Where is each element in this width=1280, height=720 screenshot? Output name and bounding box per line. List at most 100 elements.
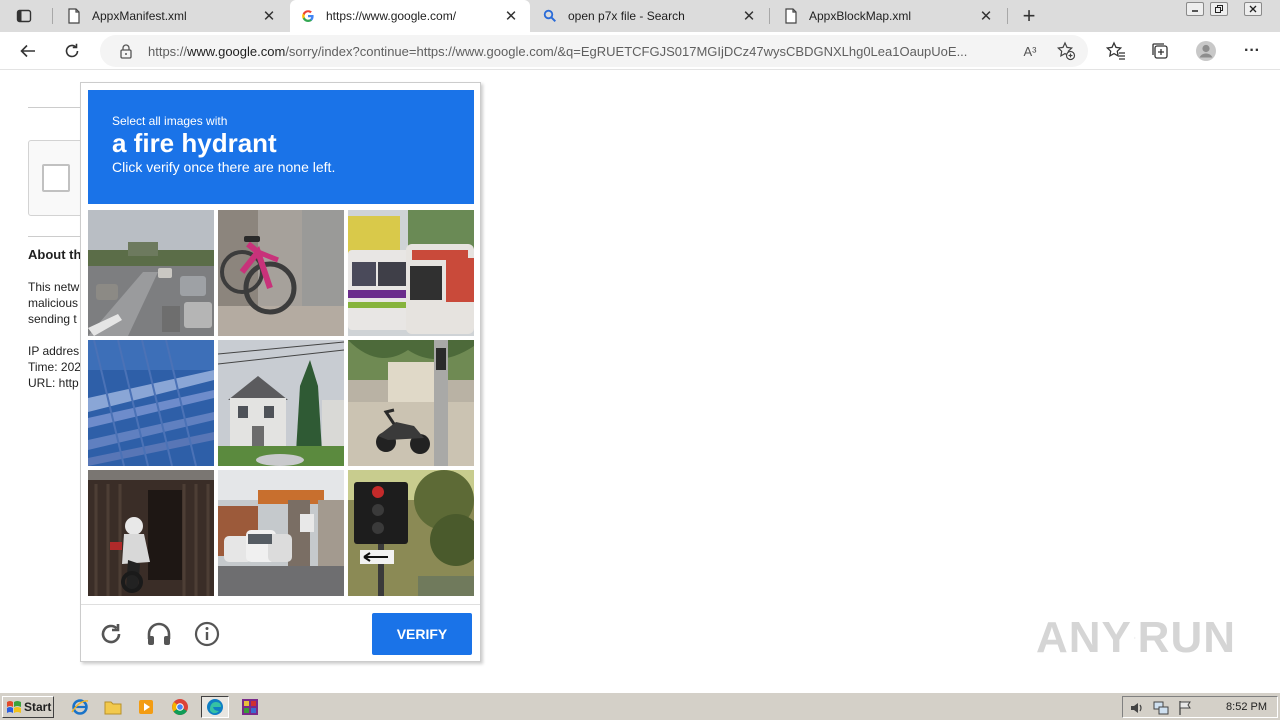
address-bar[interactable]: https://www.google.com/sorry/index?conti… <box>100 35 1088 67</box>
image-tile-street-intersection[interactable] <box>88 210 214 336</box>
start-button[interactable]: Start <box>2 696 54 718</box>
favorites-button[interactable] <box>1101 36 1131 66</box>
blue-roof-image <box>88 340 214 466</box>
star-add-icon <box>1056 41 1076 61</box>
info-button[interactable] <box>190 617 224 651</box>
add-favorite-button[interactable] <box>1054 40 1078 62</box>
image-grid <box>88 210 474 596</box>
image-tile-parked-cars[interactable] <box>218 470 344 596</box>
image-tile-pink-bicycle[interactable] <box>218 210 344 336</box>
headphones-icon <box>147 622 171 645</box>
google-icon <box>300 8 316 24</box>
refresh-button[interactable] <box>57 36 87 66</box>
ie-launch-button[interactable] <box>68 696 92 718</box>
image-tile-white-house[interactable] <box>218 340 344 466</box>
settings-more-button[interactable]: ··· <box>1237 36 1267 66</box>
back-arrow-icon <box>20 44 35 58</box>
url-host: www.google.com <box>187 44 286 59</box>
lock-icon[interactable] <box>118 43 134 59</box>
image-tile-traffic-light[interactable] <box>348 470 474 596</box>
request-details: IP addres Time: 202 URL: http <box>28 344 81 390</box>
profile-button[interactable] <box>1191 36 1221 66</box>
tab-close-button[interactable]: ✕ <box>740 7 758 25</box>
tab-separator <box>52 8 53 24</box>
collections-icon <box>1152 43 1168 59</box>
tab-actions-button[interactable] <box>8 5 40 27</box>
tab-close-button[interactable]: ✕ <box>260 7 278 25</box>
buses-image <box>348 210 474 336</box>
tab-separator <box>769 8 770 24</box>
tab-appxblockmap[interactable]: AppxBlockMap.xml ✕ <box>773 0 1005 32</box>
back-button[interactable] <box>13 36 43 66</box>
challenge-hint: Click verify once there are none left. <box>112 159 336 175</box>
internet-explorer-icon <box>71 699 89 715</box>
favorites-icon <box>1106 41 1125 60</box>
url-text[interactable]: https://www.google.com/sorry/index?conti… <box>148 44 1016 59</box>
refresh-icon <box>65 43 79 58</box>
url-prefix: https:// <box>148 44 188 59</box>
document-icon <box>66 8 82 24</box>
minimize-button[interactable] <box>1186 2 1204 16</box>
tab-google[interactable]: https://www.google.com/ ✕ <box>290 0 530 32</box>
read-aloud-button[interactable]: A³ <box>1018 40 1042 62</box>
chrome-icon <box>172 699 188 715</box>
windows-logo-icon <box>7 701 21 713</box>
tab-close-button[interactable]: ✕ <box>502 7 520 25</box>
challenge-target: a fire hydrant <box>112 128 277 158</box>
tab-separator <box>1007 8 1008 24</box>
archive-app-icon <box>242 699 258 715</box>
tab-search[interactable]: open p7x file - Search ✕ <box>532 0 768 32</box>
captcha-challenge-dialog: Select all images with a fire hydrant Cl… <box>80 82 481 662</box>
system-tray: 8:52 PM <box>1122 696 1278 718</box>
divider <box>28 236 80 237</box>
volume-icon[interactable] <box>1129 700 1145 716</box>
url-path: /sorry/index?continue=https://www.google… <box>285 44 968 59</box>
audio-challenge-button[interactable] <box>142 617 176 651</box>
network-icon[interactable] <box>1153 700 1169 716</box>
minimize-icon <box>1192 10 1198 12</box>
tab-strip: AppxManifest.xml ✕ https://www.google.co… <box>0 0 1280 32</box>
media-player-icon <box>139 700 153 714</box>
traffic-light-image <box>348 470 474 596</box>
restore-button[interactable] <box>1210 2 1228 16</box>
tab-appxmanifest[interactable]: AppxManifest.xml ✕ <box>56 0 288 32</box>
explorer-launch-button[interactable] <box>101 696 125 718</box>
taskbar-clock[interactable]: 8:52 PM <box>1226 701 1267 713</box>
image-tile-buses[interactable] <box>348 210 474 336</box>
tab-title: AppxManifest.xml <box>92 9 187 23</box>
tab-title: AppxBlockMap.xml <box>809 9 912 23</box>
recaptcha-checkbox[interactable] <box>42 164 70 192</box>
close-window-button[interactable] <box>1244 2 1262 16</box>
media-player-button[interactable] <box>134 696 158 718</box>
new-tab-button[interactable]: + <box>1016 3 1042 28</box>
watermark-right-text: RUN <box>1137 613 1236 662</box>
verify-button[interactable]: VERIFY <box>372 613 472 655</box>
start-label: Start <box>24 700 52 714</box>
info-icon <box>194 621 220 647</box>
about-heading: About th <box>28 247 82 262</box>
tab-close-button[interactable]: ✕ <box>977 7 995 25</box>
image-tile-motorcyclist-in-garage[interactable] <box>88 470 214 596</box>
pink-bicycle-image <box>218 210 344 336</box>
avatar-icon <box>1196 41 1216 61</box>
reload-icon <box>101 624 121 644</box>
document-icon <box>783 8 799 24</box>
tab-title: open p7x file - Search <box>568 9 685 23</box>
action-center-flag-icon[interactable] <box>1177 700 1193 716</box>
image-tile-blue-roof[interactable] <box>88 340 214 466</box>
reload-challenge-button[interactable] <box>94 617 128 651</box>
challenge-footer: VERIFY <box>81 604 480 662</box>
restore-icon <box>1215 5 1223 13</box>
image-tile-motorcycle-on-sidewalk[interactable] <box>348 340 474 466</box>
edge-taskbar-button[interactable] <box>201 696 229 718</box>
edge-icon <box>207 699 223 715</box>
challenge-instruction: Select all images with <box>112 114 228 128</box>
recaptcha-widget <box>28 140 88 216</box>
app-taskbar-button[interactable] <box>236 696 264 718</box>
chrome-launch-button[interactable] <box>168 696 192 718</box>
anyrun-watermark: ANY RUN <box>1036 606 1236 670</box>
collections-button[interactable] <box>1145 36 1175 66</box>
folder-icon <box>104 701 122 715</box>
tab-actions-icon <box>16 9 32 23</box>
taskbar: Start 8:52 PM <box>0 692 1280 720</box>
